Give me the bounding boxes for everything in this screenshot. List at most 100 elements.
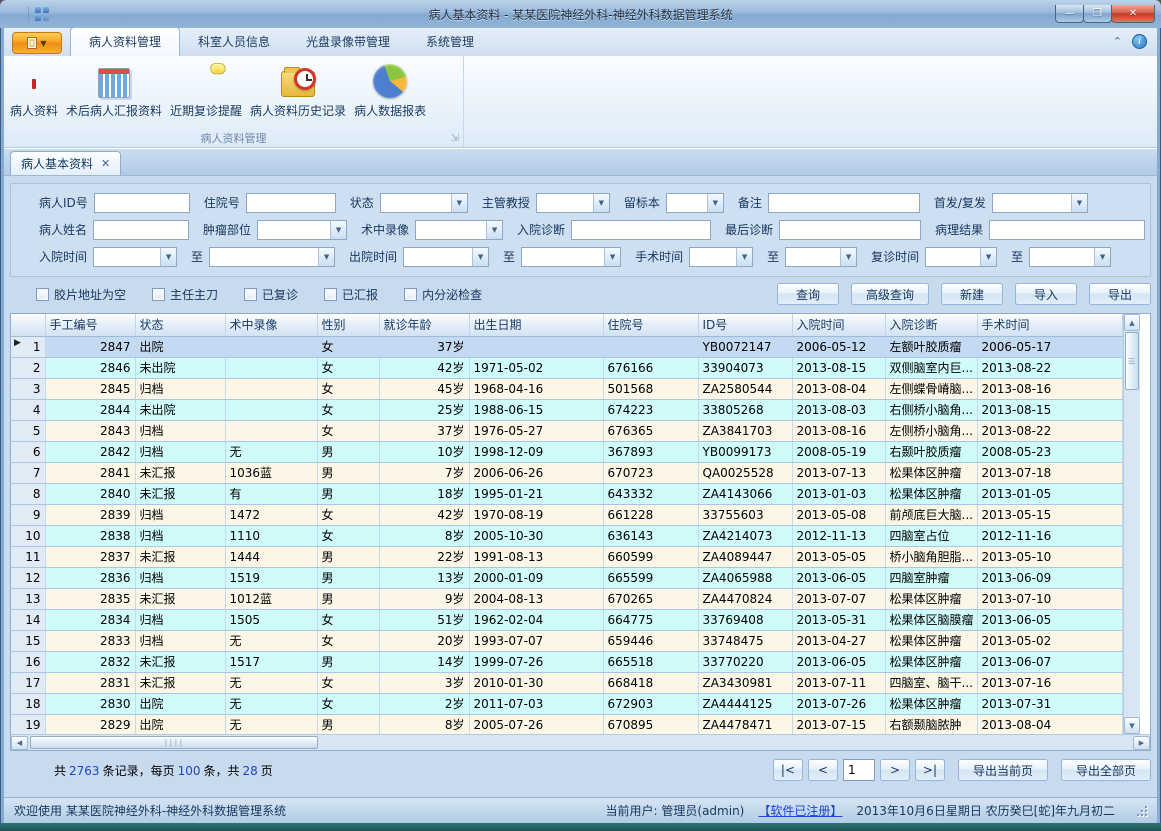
registered-link[interactable]: 【软件已注册】 (758, 802, 842, 819)
table-row[interactable]: 62842归档无男10岁1998-12-09367893YB0099173200… (11, 441, 1123, 462)
header-admit-date[interactable]: 入院时间 (792, 314, 885, 336)
horizontal-scroll-thumb[interactable]: ∣∣∣∣ (30, 736, 318, 749)
table-row[interactable]: 152833归档无女20岁1993-07-0765944633748475201… (11, 630, 1123, 651)
application-menu-button[interactable]: ▼ (12, 32, 62, 54)
checkbox-revisited[interactable]: 已复诊 (244, 286, 298, 303)
scroll-up-icon[interactable]: ▲ (1124, 314, 1140, 331)
vertical-scrollbar[interactable]: ▲ ☰ ▼ (1123, 314, 1140, 734)
tab-patient-basic-data[interactable]: 病人基本资料 ✕ (10, 151, 121, 175)
close-button[interactable]: ✕ (1111, 5, 1155, 23)
patient-name-input[interactable] (93, 220, 189, 240)
export-all-pages-button[interactable]: 导出全部页 (1061, 759, 1151, 781)
header-birth-date[interactable]: 出生日期 (469, 314, 603, 336)
page-number-input[interactable] (843, 759, 875, 781)
table-row[interactable]: ▶12847出院女37岁YB00721472006-05-12左额叶胶质瘤200… (11, 336, 1123, 357)
vertical-scroll-thumb[interactable]: ☰ (1125, 332, 1139, 390)
discharge-time-from-combo[interactable]: ▼ (403, 247, 489, 267)
table-row[interactable]: 22846未出院女42岁1971-05-02676166339040732013… (11, 357, 1123, 378)
import-button[interactable]: 导入 (1015, 283, 1077, 305)
maximize-button[interactable]: ❐ (1083, 5, 1112, 23)
table-row[interactable]: 172831未汇报无女3岁2010-01-30668418ZA343098120… (11, 672, 1123, 693)
info-icon[interactable]: i (1132, 34, 1147, 49)
surgery-time-to-combo[interactable]: ▼ (785, 247, 857, 267)
header-manual-no[interactable]: 手工编号 (45, 314, 135, 336)
advanced-query-button[interactable]: 高级查询 (851, 283, 929, 305)
window-layout-icon[interactable] (35, 7, 49, 21)
scroll-left-icon[interactable]: ◀ (11, 736, 28, 750)
revisit-reminder-button[interactable]: 近期复诊提醒 (166, 60, 246, 121)
surgery-video-combo[interactable]: ▼ (415, 220, 503, 240)
professor-combo[interactable]: ▼ (536, 193, 610, 213)
patient-data-button[interactable]: 病人资料 (6, 60, 62, 121)
horizontal-scrollbar[interactable]: ◀ ∣∣∣∣ ▶ (11, 734, 1150, 750)
export-current-page-button[interactable]: 导出当前页 (958, 759, 1048, 781)
header-id-no[interactable]: ID号 (698, 314, 792, 336)
discharge-time-to-combo[interactable]: ▼ (521, 247, 621, 267)
table-row[interactable]: 142834归档1505女51岁1962-02-0466477533769408… (11, 609, 1123, 630)
ribbon-tab-patient-management[interactable]: 病人资料管理 (70, 27, 180, 56)
checkbox-film-address-empty[interactable]: 胶片地址为空 (36, 286, 126, 303)
header-admit-diagnosis[interactable]: 入院诊断 (885, 314, 977, 336)
header-surgery-date[interactable]: 手术时间 (977, 314, 1123, 336)
revisit-time-from-combo[interactable]: ▼ (925, 247, 997, 267)
patient-id-input[interactable] (94, 193, 190, 213)
ribbon-tab-department-staff[interactable]: 科室人员信息 (180, 28, 288, 56)
header-gender[interactable]: 性别 (317, 314, 379, 336)
checkbox-endocrine-exam[interactable]: 内分泌检查 (404, 286, 482, 303)
ribbon-tab-disc-tape-management[interactable]: 光盘录像带管理 (288, 28, 408, 56)
prev-page-button[interactable]: < (808, 759, 838, 781)
table-row[interactable]: 52843归档女37岁1976-05-27676365ZA38417032013… (11, 420, 1123, 441)
table-row[interactable]: 182830出院无女2岁2011-07-03672903ZA4444125201… (11, 693, 1123, 714)
next-page-button[interactable]: > (880, 759, 910, 781)
resize-grip-icon[interactable] (1137, 806, 1147, 816)
tumor-site-combo[interactable]: ▼ (257, 220, 347, 240)
query-button[interactable]: 查询 (777, 283, 839, 305)
header-admission-no[interactable]: 住院号 (603, 314, 698, 336)
new-button[interactable]: 新建 (941, 283, 1003, 305)
checkbox-reported[interactable]: 已汇报 (324, 286, 378, 303)
admit-time-to-combo[interactable]: ▼ (209, 247, 335, 267)
scroll-down-icon[interactable]: ▼ (1124, 717, 1140, 734)
specimen-combo[interactable]: ▼ (666, 193, 724, 213)
table-row[interactable]: 92839归档1472女42岁1970-08-19661228337556032… (11, 504, 1123, 525)
vertical-scroll-track[interactable] (1124, 391, 1140, 717)
table-row[interactable]: 132835未汇报1012蓝男9岁2004-08-13670265ZA44708… (11, 588, 1123, 609)
table-row[interactable]: 102838归档1110女8岁2005-10-30636143ZA4214073… (11, 525, 1123, 546)
minimize-button[interactable]: — (1055, 5, 1084, 23)
header-age[interactable]: 就诊年龄 (379, 314, 469, 336)
postop-report-button[interactable]: 术后病人汇报资料 (62, 60, 166, 121)
header-status[interactable]: 状态 (135, 314, 225, 336)
checkbox-chief-surgeon[interactable]: 主任主刀 (152, 286, 218, 303)
grid-footer: 共2763条记录，每页100条，共28页 |< < > >| 导出当前页 导出全… (10, 759, 1151, 781)
scroll-right-icon[interactable]: ▶ (1133, 736, 1150, 750)
table-row[interactable]: 192829出院无男8岁2005-07-26670895ZA4478471201… (11, 714, 1123, 734)
table-row[interactable]: 32845归档女45岁1968-04-16501568ZA25805442013… (11, 378, 1123, 399)
table-row[interactable]: 112837未汇报1444男22岁1991-08-13660599ZA40894… (11, 546, 1123, 567)
tab-close-icon[interactable]: ✕ (101, 157, 110, 170)
first-recur-combo[interactable]: ▼ (992, 193, 1088, 213)
admission-no-input[interactable] (246, 193, 336, 213)
remark-input[interactable] (768, 193, 920, 213)
collapse-ribbon-icon[interactable]: ⌃ (1113, 35, 1122, 48)
revisit-time-to-combo[interactable]: ▼ (1029, 247, 1111, 267)
admit-diagnosis-input[interactable] (571, 220, 711, 240)
header-surgery-video[interactable]: 术中录像 (225, 314, 317, 336)
admit-time-from-combo[interactable]: ▼ (93, 247, 177, 267)
pathology-input[interactable] (989, 220, 1145, 240)
final-diagnosis-input[interactable] (779, 220, 921, 240)
table-row[interactable]: 72841未汇报1036蓝男7岁2006-06-26670723QA002552… (11, 462, 1123, 483)
export-button[interactable]: 导出 (1089, 283, 1151, 305)
first-page-button[interactable]: |< (773, 759, 803, 781)
table-row[interactable]: 162832未汇报1517男14岁1999-07-266655183377022… (11, 651, 1123, 672)
dialog-launcher-icon[interactable]: ⇲ (451, 133, 459, 144)
status-combo[interactable]: ▼ (380, 193, 468, 213)
data-report-button[interactable]: 病人数据报表 (350, 60, 430, 121)
table-row[interactable]: 42844未出院女25岁1988-06-15674223338052682013… (11, 399, 1123, 420)
surgery-time-from-combo[interactable]: ▼ (689, 247, 753, 267)
last-page-button[interactable]: >| (915, 759, 945, 781)
app-logo-icon[interactable] (6, 6, 22, 22)
history-record-button[interactable]: 病人资料历史记录 (246, 60, 350, 121)
ribbon-tab-system-management[interactable]: 系统管理 (408, 28, 492, 56)
table-row[interactable]: 122836归档1519男13岁2000-01-09665599ZA406598… (11, 567, 1123, 588)
table-row[interactable]: 82840未汇报有男18岁1995-01-21643332ZA414306620… (11, 483, 1123, 504)
